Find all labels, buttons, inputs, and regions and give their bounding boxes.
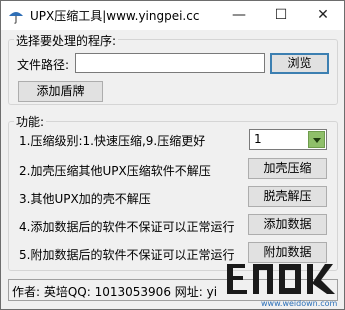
unpack-decompress-button[interactable]: 脱壳解压 xyxy=(248,186,327,207)
close-icon: ✕ xyxy=(317,7,329,23)
browse-button[interactable]: 浏览 xyxy=(270,53,329,74)
compression-level-select[interactable]: 1 xyxy=(249,129,327,150)
minimize-icon: — xyxy=(232,7,246,23)
program-group-legend: 选择要处理的程序: xyxy=(14,32,119,49)
watermark-url-text: www.weidown.com xyxy=(261,299,338,308)
author-info-text: 作者: 英培QQ: 1013053906 网址: yi xyxy=(12,285,218,299)
chevron-down-icon[interactable] xyxy=(308,131,325,148)
add-data-button[interactable]: 添加数据 xyxy=(248,214,327,235)
file-path-input[interactable] xyxy=(75,53,265,73)
compression-level-value: 1 xyxy=(254,132,262,146)
add-shield-button[interactable]: 添加盾牌 xyxy=(18,81,103,102)
window-title: UPX压缩工具|www.yingpei.cc xyxy=(30,9,200,23)
watermark-logo: www.weidown.com xyxy=(227,264,338,308)
compression-level-label: 1.压缩级别:1.快速压缩,9.压缩更好 xyxy=(19,134,206,148)
add-data-description-label: 4.添加数据后的软件不保证可以正常运行 xyxy=(19,220,235,234)
pack-compress-button[interactable]: 加壳压缩 xyxy=(248,158,327,179)
file-path-label: 文件路径: xyxy=(17,58,70,72)
pack-description-label: 2.加壳压缩其他UPX压缩软件不解压 xyxy=(19,164,211,178)
append-data-description-label: 5.附加数据后的软件不保证可以正常运行 xyxy=(19,248,235,262)
main-window: UPX压缩工具|www.yingpei.cc — ☐ ✕ 选择要处理的程序: 文… xyxy=(0,0,345,310)
function-group-legend: 功能: xyxy=(14,113,47,130)
title-bar[interactable]: UPX压缩工具|www.yingpei.cc — ☐ ✕ xyxy=(1,1,344,30)
minimize-button[interactable]: — xyxy=(218,1,260,30)
maximize-button[interactable]: ☐ xyxy=(260,1,302,30)
unpack-description-label: 3.其他UPX加的壳不解压 xyxy=(19,192,151,206)
close-button[interactable]: ✕ xyxy=(302,1,344,30)
maximize-icon: ☐ xyxy=(274,7,288,23)
umbrella-app-icon xyxy=(9,12,23,24)
